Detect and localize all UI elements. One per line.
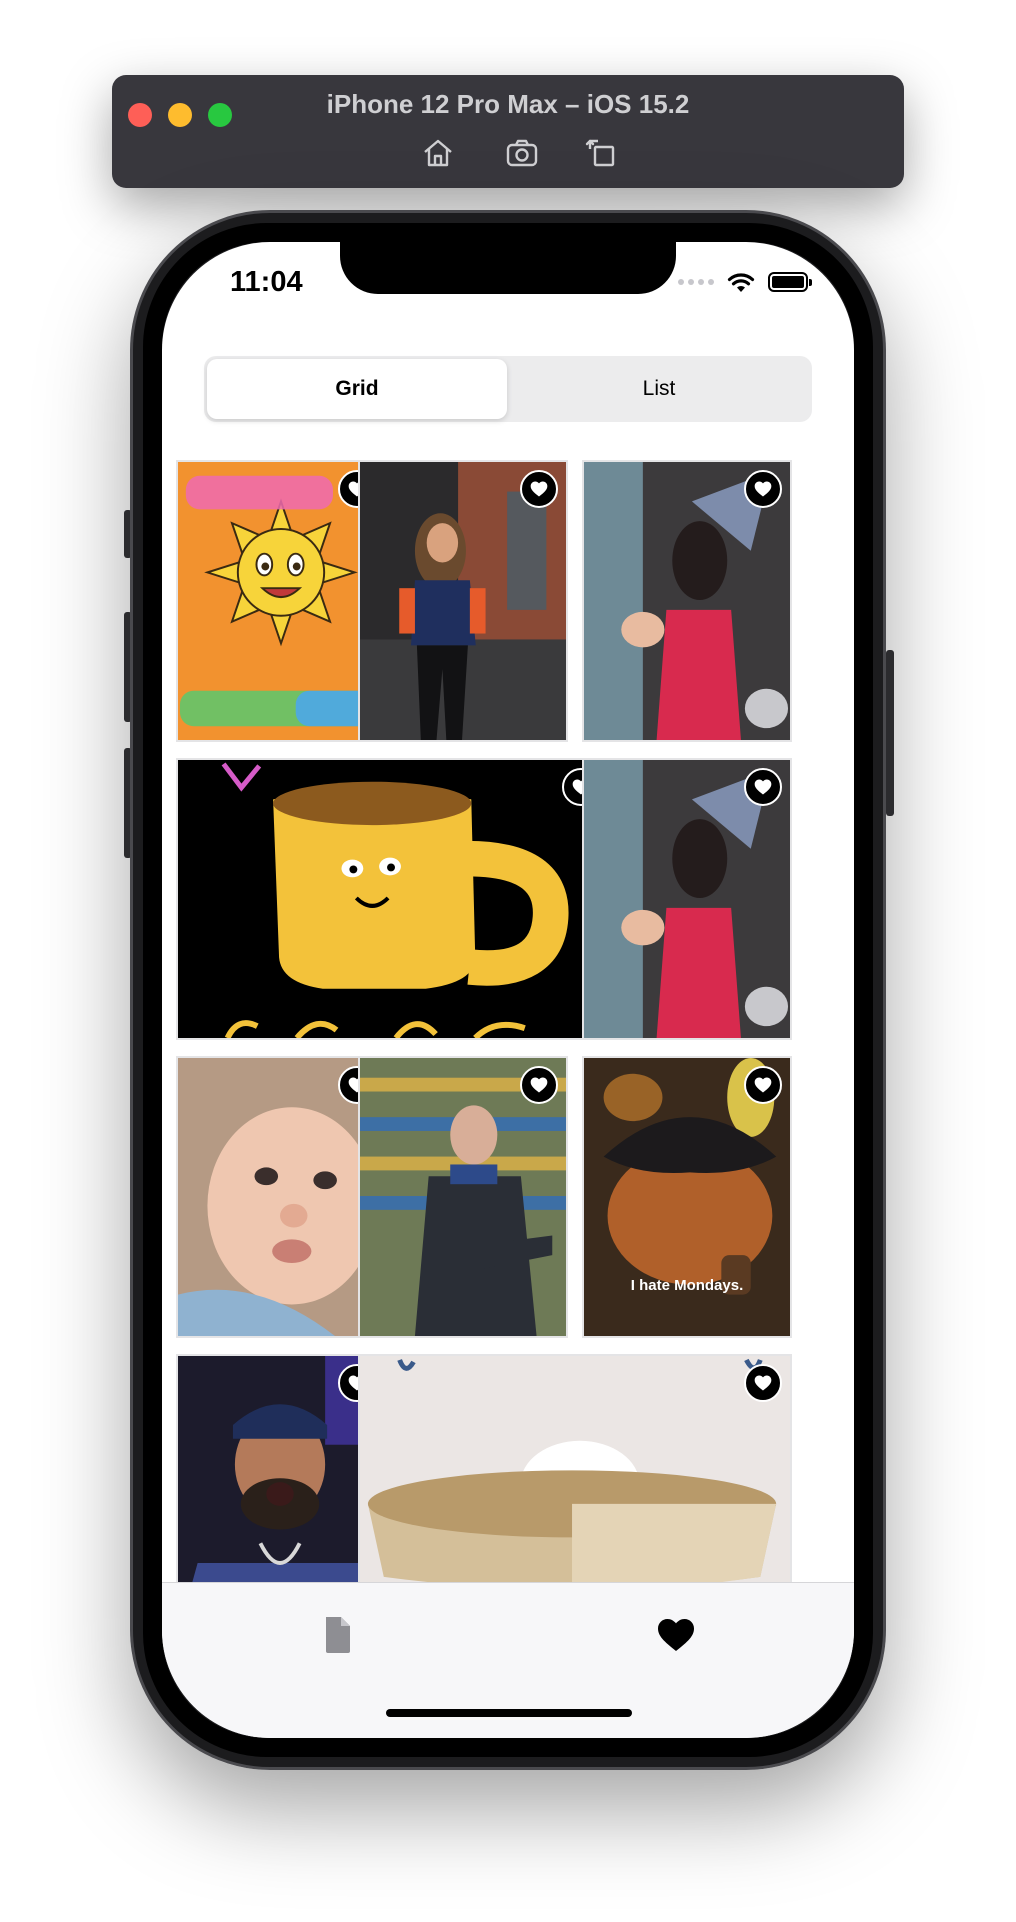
simulator-title: iPhone 12 Pro Max – iOS 15.2 [326, 89, 690, 119]
puss-in-boots-gif[interactable]: I hate Mondays. [582, 1056, 792, 1338]
home-indicator[interactable] [386, 1709, 632, 1717]
coffee-mug-image [178, 760, 608, 1038]
notch [340, 242, 676, 294]
heart-icon [754, 779, 772, 795]
rotate-icon[interactable] [584, 135, 620, 171]
simulator-window-bar: iPhone 12 Pro Max – iOS 15.2 [112, 75, 904, 188]
today-new-day-gif[interactable] [176, 460, 386, 742]
heart-icon [754, 1375, 772, 1391]
tab-bar [162, 1582, 854, 1738]
gif-caption: I hate Mondays. [630, 1277, 744, 1294]
favorite-button[interactable] [744, 1364, 782, 1402]
favorite-button[interactable] [744, 1066, 782, 1104]
favorite-button[interactable] [744, 768, 782, 806]
coach-gesturing-gif[interactable] [358, 1056, 568, 1338]
screenshot-icon[interactable] [504, 135, 540, 171]
heart-icon [754, 1077, 772, 1093]
party-hat-girl-gif[interactable] [582, 758, 792, 1040]
party-hat-girl-gif[interactable] [582, 460, 792, 742]
view-mode-segmented-control: Grid List [204, 356, 812, 422]
power-button [886, 650, 894, 816]
gif-grid: I hate Mondays. [162, 460, 854, 1582]
heart-icon [754, 481, 772, 497]
tab-favorites[interactable] [646, 1607, 706, 1663]
woman-walking-gif[interactable] [358, 460, 568, 742]
cat-in-bowl-image [360, 1356, 790, 1582]
home-icon[interactable] [420, 135, 456, 171]
favorite-button[interactable] [744, 470, 782, 508]
phone-screen: 11:04 Grid List I hate Mondays. [162, 242, 854, 1738]
heart-icon [530, 481, 548, 497]
tab-trending[interactable] [308, 1607, 368, 1663]
wifi-icon [727, 273, 755, 292]
signal-dots-icon [678, 279, 714, 285]
battery-level [772, 276, 804, 288]
coffee-mug-gif[interactable] [176, 758, 610, 1040]
favorite-button[interactable] [520, 1066, 558, 1104]
document-icon [326, 1617, 350, 1653]
laughing-man-gif[interactable] [176, 1354, 386, 1582]
heart-icon [530, 1077, 548, 1093]
baby-face-gif[interactable] [176, 1056, 386, 1338]
cat-in-bowl-gif[interactable] [358, 1354, 792, 1582]
status-time: 11:04 [230, 266, 303, 298]
heart-icon [658, 1619, 694, 1651]
status-icons [678, 268, 812, 296]
favorite-button[interactable] [520, 470, 558, 508]
segment-grid[interactable]: Grid [207, 359, 507, 419]
battery-icon [768, 272, 812, 292]
segment-list[interactable]: List [509, 359, 809, 419]
